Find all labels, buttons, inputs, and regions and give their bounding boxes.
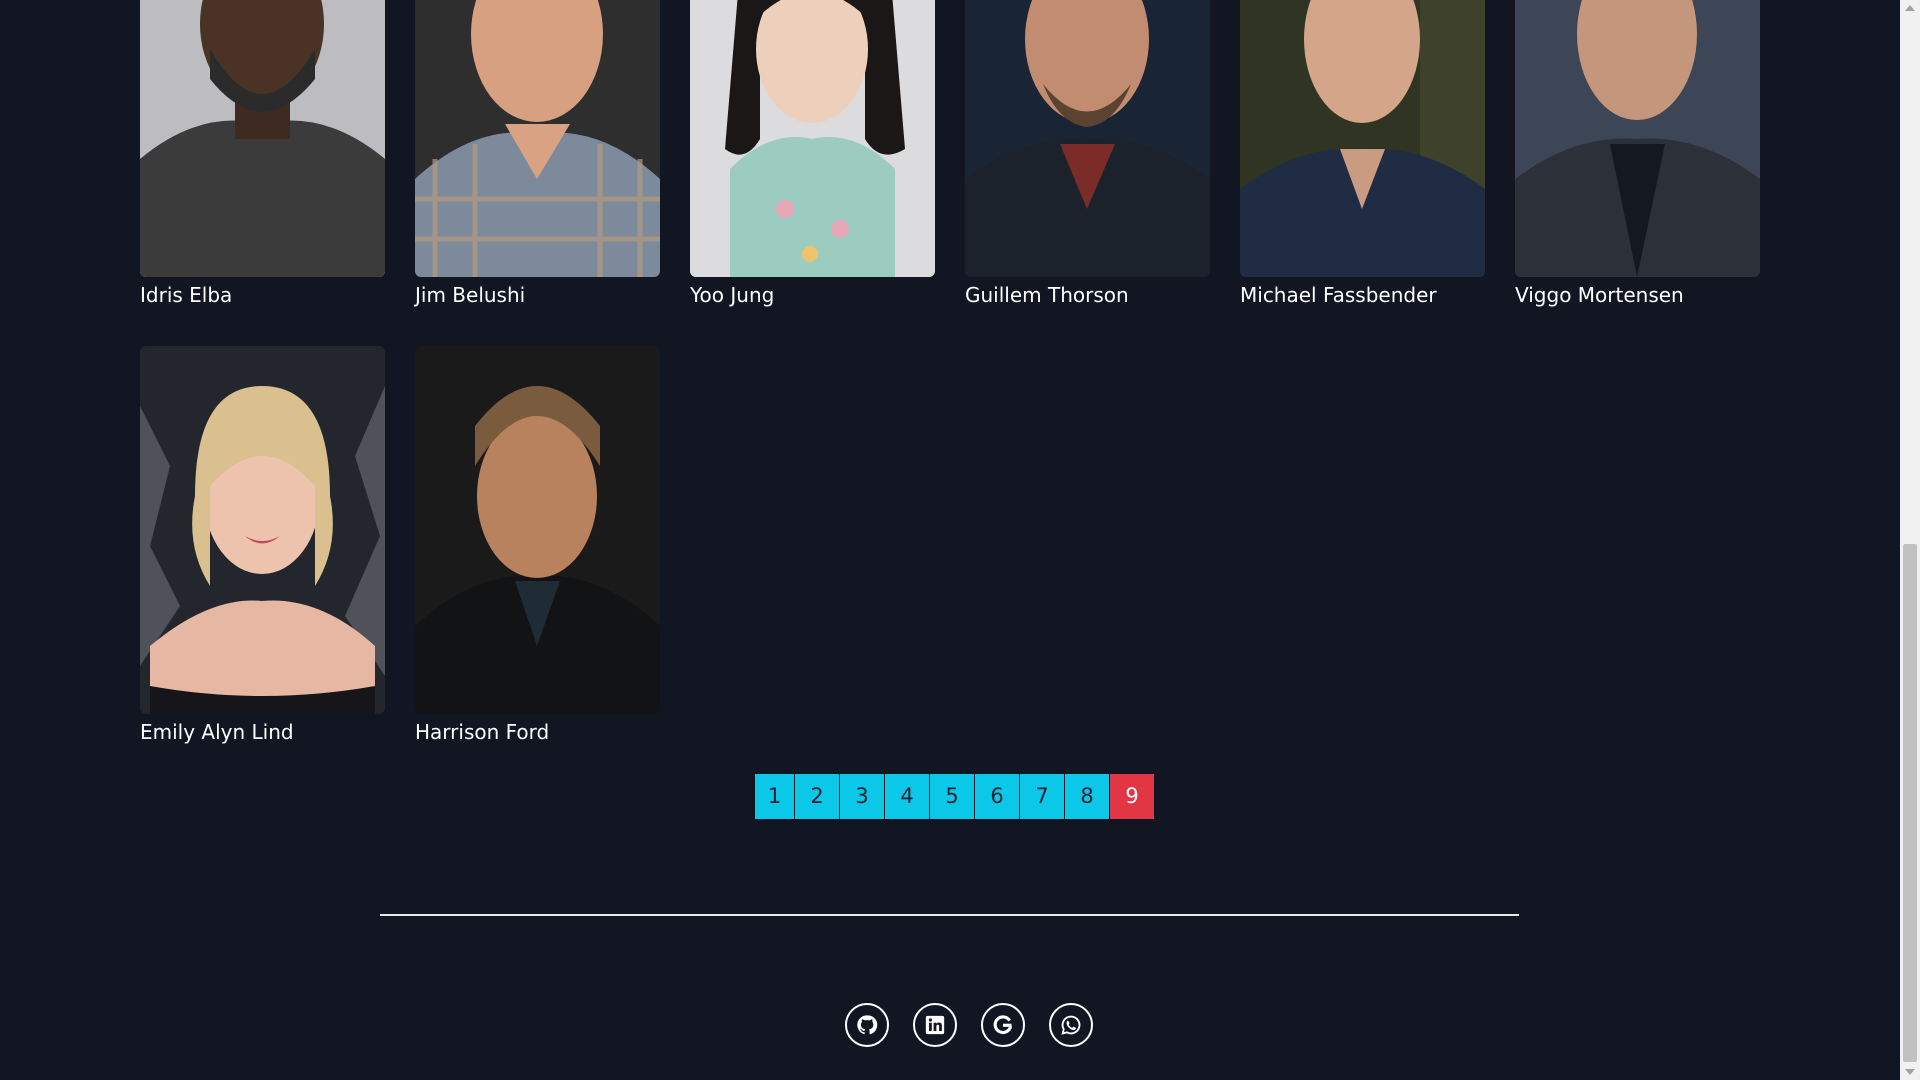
portrait-image (965, 0, 1210, 277)
cast-card[interactable]: Guillem Thorson (965, 0, 1210, 307)
cast-photo (1515, 0, 1760, 277)
pagination: 1 2 3 4 5 6 7 8 9 (754, 773, 1155, 820)
cast-name: Emily Alyn Lind (140, 720, 294, 744)
cast-name: Harrison Ford (415, 720, 550, 744)
cast-name: Michael Fassbender (1240, 283, 1437, 307)
cast-card[interactable]: Jim Belushi (415, 0, 660, 307)
whatsapp-icon (1061, 1015, 1081, 1035)
page-button-4[interactable]: 4 (885, 773, 930, 820)
page-button-9-current[interactable]: 9 (1110, 773, 1155, 820)
cast-photo (140, 0, 385, 277)
cast-name: Viggo Mortensen (1515, 283, 1684, 307)
cast-name: Guillem Thorson (965, 283, 1129, 307)
footer-divider (380, 914, 1519, 916)
portrait-image (415, 0, 660, 277)
linkedin-link[interactable] (913, 1003, 957, 1047)
scroll-down-arrow-icon[interactable] (1905, 1069, 1915, 1075)
portrait-image (140, 346, 385, 714)
cast-photo (415, 0, 660, 277)
cast-card[interactable]: Michael Fassbender (1240, 0, 1485, 307)
cast-photo (1240, 0, 1485, 277)
cast-photo (415, 346, 660, 714)
portrait-image (140, 0, 385, 277)
cast-name: Yoo Jung (690, 283, 775, 307)
portrait-image (1515, 0, 1760, 277)
portrait-image (1240, 0, 1485, 277)
cast-photo (690, 0, 935, 277)
cast-photo (965, 0, 1210, 277)
google-link[interactable] (981, 1003, 1025, 1047)
google-icon (993, 1015, 1013, 1035)
cast-card[interactable]: Idris Elba (140, 0, 385, 307)
page-button-3[interactable]: 3 (840, 773, 885, 820)
page-button-6[interactable]: 6 (975, 773, 1020, 820)
page: Idris Elba Jim Belushi Yoo Jung Guillem … (0, 0, 1900, 1080)
page-button-7[interactable]: 7 (1020, 773, 1065, 820)
cast-card[interactable]: Yoo Jung (690, 0, 935, 307)
page-scrollbar[interactable] (1900, 0, 1920, 1080)
page-button-8[interactable]: 8 (1065, 773, 1110, 820)
page-button-5[interactable]: 5 (930, 773, 975, 820)
scroll-up-arrow-icon[interactable] (1905, 5, 1915, 11)
cast-card[interactable]: Viggo Mortensen (1515, 0, 1760, 307)
portrait-image (415, 346, 660, 714)
portrait-image (690, 0, 935, 277)
page-button-2[interactable]: 2 (795, 773, 840, 820)
whatsapp-link[interactable] (1049, 1003, 1093, 1047)
social-links (845, 1003, 1093, 1047)
cast-name: Jim Belushi (415, 283, 526, 307)
github-icon (857, 1015, 878, 1035)
github-link[interactable] (845, 1003, 889, 1047)
cast-name: Idris Elba (140, 283, 233, 307)
cast-card[interactable]: Harrison Ford (415, 346, 660, 744)
linkedin-icon (925, 1015, 945, 1035)
page-button-1[interactable]: 1 (754, 773, 795, 820)
cast-photo (140, 346, 385, 714)
cast-card[interactable]: Emily Alyn Lind (140, 346, 385, 744)
scroll-thumb[interactable] (1903, 544, 1917, 1062)
